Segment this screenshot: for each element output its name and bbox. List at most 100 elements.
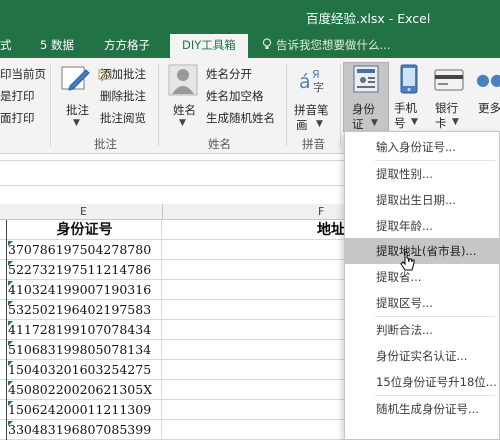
menu-item-extract-province[interactable]: 提取省...	[345, 264, 499, 290]
bank-card-label-1: 银行	[435, 101, 458, 115]
chevron-down-icon: ▼	[73, 118, 80, 128]
print-option-2[interactable]: 是打印	[0, 88, 35, 104]
error-indicator	[8, 321, 13, 326]
id-card-label-2: 证	[352, 117, 364, 131]
cell-id[interactable]: 450802200206213​05X	[6, 380, 162, 400]
id-number: 510683199805078134	[8, 342, 152, 357]
browse-comments[interactable]: 批注阅览	[100, 110, 146, 126]
id-card-label-1: 身份	[352, 102, 375, 116]
bank-card-label-2: 卡	[435, 116, 447, 130]
id-number: 330483196807085399	[8, 422, 152, 437]
error-indicator	[8, 421, 13, 426]
bank-card-icon	[434, 69, 464, 91]
comment-button-label: 批注	[66, 103, 89, 117]
menu-item-realname-auth[interactable]: 身份证实名认证...	[345, 343, 499, 369]
error-indicator	[8, 261, 13, 266]
mouse-cursor-icon	[400, 251, 415, 271]
svg-text:字: 字	[313, 80, 324, 94]
error-indicator	[8, 381, 13, 386]
error-indicator	[8, 241, 13, 246]
error-indicator	[8, 401, 13, 406]
cell-id[interactable]: 150403201603254275	[6, 360, 162, 380]
ribbon-tabs: 式 5 数据 方方格子 DIY工具箱 告诉我您想要做什么...	[0, 32, 500, 58]
error-indicator	[8, 281, 13, 286]
pinyin-icon: á Я 字	[299, 68, 324, 94]
chevron-down-icon: ▼	[452, 117, 459, 127]
group-separator	[158, 64, 159, 146]
menu-item-extract-gender[interactable]: 提取性别...	[345, 161, 499, 187]
name-button-label: 姓名	[173, 103, 196, 117]
tab-diy-toolbox[interactable]: DIY工具箱	[170, 34, 248, 58]
random-name[interactable]: 生成随机姓名	[206, 110, 275, 126]
tell-me-box[interactable]: 告诉我您想要做什么...	[262, 37, 390, 53]
menu-item-input-id[interactable]: 输入身份证号...	[345, 134, 499, 160]
svg-text:á: á	[299, 71, 311, 93]
add-comment[interactable]: 添加批注	[100, 66, 146, 82]
id-card-icon	[353, 65, 379, 93]
column-header-f[interactable]: F	[318, 205, 324, 218]
name-add-space[interactable]: 姓名加空格	[206, 88, 264, 104]
menu-item-extract-birthdate[interactable]: 提取出生日期...	[345, 187, 499, 213]
pinyin-stroke-button[interactable]: á Я 字 拼音笔 画 ▼	[290, 62, 338, 136]
id-number: 370786197504278780	[8, 242, 152, 257]
comment-button[interactable]: 批注 ▼	[56, 62, 96, 132]
more-label: 更多	[478, 101, 500, 115]
cell-id[interactable]: 330483196807085399	[6, 420, 162, 440]
excel-window: 百度经验.xlsx - Excel 式 5 数据 方方格子 DIY工具箱 告诉我…	[0, 0, 500, 440]
cell-id[interactable]: 370786197504278780	[6, 240, 162, 260]
tab-fangfang[interactable]: 方方格子	[104, 37, 150, 53]
delete-comment[interactable]: 删除批注	[100, 88, 146, 104]
print-current-page[interactable]: 印当前页	[0, 66, 46, 82]
phone-label-1: 手机	[394, 101, 417, 115]
name-group-label: 姓名	[208, 137, 231, 151]
tab-data[interactable]: 5 数据	[40, 37, 74, 53]
id-number: 522732197511214786	[8, 262, 152, 277]
person-icon	[168, 64, 198, 96]
cell-id[interactable]: 510683199805078134	[6, 340, 162, 360]
id-number: 150403201603254275	[8, 362, 152, 377]
svg-text:Я: Я	[312, 68, 320, 81]
cell-id[interactable]: 532502196402197583	[6, 300, 162, 320]
split-name[interactable]: 姓名分开	[206, 66, 252, 82]
id-number: 450802200206213​05X	[8, 382, 153, 397]
cell-header-id[interactable]: 身份证号	[6, 220, 162, 240]
chevron-down-icon: ▼	[371, 118, 378, 128]
pinyin-label-2: 画	[296, 118, 308, 132]
tab-format[interactable]: 式	[0, 37, 12, 53]
tell-me-placeholder: 告诉我您想要做什么...	[276, 38, 391, 52]
menu-item-extract-address[interactable]: 提取地址(省市县)...	[345, 238, 499, 264]
phone-button[interactable]: 手机 号 ▼	[392, 62, 426, 132]
phone-label-2: 号	[394, 116, 406, 130]
error-indicator	[8, 341, 13, 346]
menu-item-validate[interactable]: 判断合法...	[345, 317, 499, 343]
menu-item-upgrade-15-to-18[interactable]: 15位身份证号升18位...	[345, 369, 499, 395]
menu-item-random-id[interactable]: 随机生成身份证号...	[345, 396, 499, 422]
window-title: 百度经验.xlsx - Excel	[306, 11, 431, 26]
cell-id[interactable]: 150624200011211309	[6, 400, 162, 420]
id-number: 410324199007190316	[8, 282, 152, 297]
pinyin-label-1: 拼音笔	[294, 103, 329, 117]
menu-item-extract-area-code[interactable]: 提取区号...	[345, 290, 499, 316]
chevron-down-icon: ▼	[316, 119, 323, 129]
name-button[interactable]: 姓名 ▼	[164, 62, 202, 132]
lightbulb-icon	[262, 38, 272, 49]
menu-item-extract-age[interactable]: 提取年龄...	[345, 213, 499, 239]
cell-id[interactable]: 411728199107078434	[6, 320, 162, 340]
error-indicator	[8, 301, 13, 306]
pinyin-group-label: 拼音	[302, 137, 325, 151]
group-separator	[286, 64, 287, 146]
bank-card-button[interactable]: 银行 卡 ▼	[430, 62, 468, 132]
pencil-comment-icon	[61, 66, 90, 91]
column-header-e[interactable]: E	[80, 205, 87, 218]
error-indicator	[8, 361, 13, 366]
id-card-button[interactable]: 身份 证 ▼	[343, 62, 389, 132]
cell-id[interactable]: 410324199007190316	[6, 280, 162, 300]
id-number: 150624200011211309	[8, 402, 152, 417]
more-button[interactable]: ●● 更多	[474, 62, 500, 132]
print-option-3[interactable]: 面打印	[0, 110, 35, 126]
id-number: 532502196402197583	[8, 302, 152, 317]
more-dots-icon: ●●	[476, 70, 500, 89]
column-divider	[162, 204, 163, 220]
chevron-down-icon: ▼	[411, 117, 418, 127]
cell-id[interactable]: 522732197511214786	[6, 260, 162, 280]
